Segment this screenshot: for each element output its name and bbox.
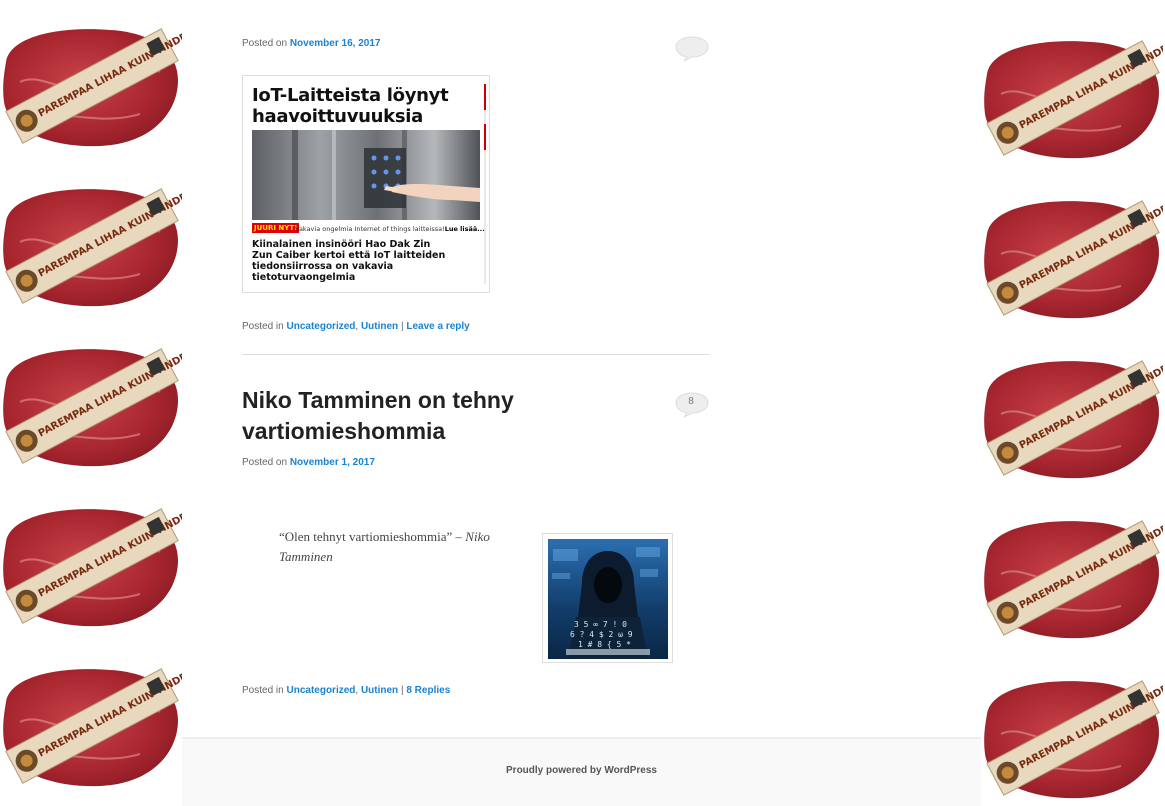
post-footer-meta: Posted in Uncategorized, Uutinen | Leave… <box>242 321 470 332</box>
iot-headline: IoT-Laitteista löynyt haavoittuvuuksia <box>252 85 449 127</box>
category-link-uutinen[interactable]: Uutinen <box>361 685 398 696</box>
post-divider <box>242 354 709 355</box>
speech-bubble-icon <box>675 36 709 62</box>
svg-text:1 # 8 { 5 *: 1 # 8 { 5 * <box>578 640 631 649</box>
post-date-meta: Posted on November 16, 2017 <box>242 38 380 49</box>
site-footer: Proudly powered by WordPress <box>182 737 981 806</box>
iot-news-image[interactable]: IoT-Laitteista löynyt haavoittuvuuksia J… <box>242 75 490 293</box>
comment-count: 8 <box>688 396 694 407</box>
post-date-link[interactable]: November 16, 2017 <box>290 38 381 49</box>
meta-separator: | <box>400 321 404 332</box>
powered-by-link[interactable]: Proudly powered by WordPress <box>182 765 981 776</box>
meat-ad-image: PAREMPAA LIHAA KUIN TINDERISSÄ <box>0 662 182 790</box>
ticker-text: Vakavia ongelmia Internet of things lait… <box>295 225 445 233</box>
post-date-link[interactable]: November 1, 2017 <box>290 457 375 468</box>
meat-ad-image: PAREMPAA LIHAA KUIN TINDERISSÄ <box>981 194 1163 322</box>
iot-body-text: Kiinalainen insinööri Hao Dak Zin Zun Ca… <box>252 239 446 283</box>
leave-reply-link[interactable]: Leave a reply <box>406 321 469 332</box>
posted-in-label: Posted in <box>242 321 284 332</box>
elevator-photo <box>252 130 480 220</box>
meat-ad-image: PAREMPAA LIHAA KUIN TINDERISSÄ <box>981 514 1163 642</box>
replies-link[interactable]: 8 Replies <box>406 685 450 696</box>
category-link-uncategorized[interactable]: Uncategorized <box>286 321 355 332</box>
scroll-strip <box>484 84 486 284</box>
quote-dash: – <box>455 529 463 544</box>
background-ads-right: PAREMPAA LIHAA KUIN TINDERISSÄ PAREMPAA … <box>981 0 1165 806</box>
post-title[interactable]: Niko Tamminen on tehny vartiomieshommia <box>242 385 622 447</box>
ticker-more: Lue lisää... <box>444 225 485 233</box>
meat-ad-image: PAREMPAA LIHAA KUIN TINDERISSÄ <box>981 0 1163 2</box>
category-link-uncategorized[interactable]: Uncategorized <box>286 685 355 696</box>
comments-bubble[interactable] <box>675 36 709 62</box>
posted-in-label: Posted in <box>242 685 284 696</box>
meta-separator: | <box>400 685 404 696</box>
meat-ad-image: PAREMPAA LIHAA KUIN TINDERISSÄ <box>0 502 182 630</box>
hacker-image[interactable]: 3 5 ∞ 7 ! 0 6 ? 4 $ 2 ω 9 1 # 8 { 5 * <box>542 533 673 663</box>
meat-ad-image: PAREMPAA LIHAA KUIN TINDERISSÄ <box>0 182 182 310</box>
comments-bubble[interactable]: 8 <box>675 392 709 418</box>
quote-text: “Olen tehnyt vartiomieshommia” <box>279 529 453 544</box>
meat-ad-image: PAREMPAA LIHAA KUIN TINDERISSÄ <box>0 342 182 470</box>
post-date-meta: Posted on November 1, 2017 <box>242 457 375 468</box>
category-link-uutinen[interactable]: Uutinen <box>361 321 398 332</box>
hooded-hacker-photo: 3 5 ∞ 7 ! 0 6 ? 4 $ 2 ω 9 1 # 8 { 5 * <box>548 539 668 659</box>
posted-on-label: Posted on <box>242 457 288 468</box>
breaking-badge: JUURI NYT! <box>252 223 300 233</box>
post-quote: “Olen tehnyt vartiomieshommia” – Niko Ta… <box>279 527 529 567</box>
post-footer-meta: Posted in Uncategorized, Uutinen | 8 Rep… <box>242 685 451 696</box>
meat-ad-image: PAREMPAA LIHAA KUIN TINDERISSÄ <box>981 674 1163 802</box>
posted-on-label: Posted on <box>242 38 288 49</box>
news-ticker: Vakavia ongelmia Internet of things lait… <box>295 225 485 233</box>
svg-text:3 5 ∞ 7 ! 0: 3 5 ∞ 7 ! 0 <box>574 620 627 629</box>
background-ads-left: PAREMPAA LIHAA KUIN TINDERISSÄ PAREMPAA … <box>0 0 182 806</box>
meat-ad-image: PAREMPAA LIHAA KUIN TINDERISSÄ <box>0 22 182 150</box>
meat-ad-image: PAREMPAA LIHAA KUIN TINDERISSÄ <box>981 354 1163 482</box>
svg-text:6 ? 4 $ 2 ω 9: 6 ? 4 $ 2 ω 9 <box>570 630 633 639</box>
main-page: Posted on November 16, 2017 IoT-Laitteis… <box>182 0 981 806</box>
meat-ad-image: PAREMPAA LIHAA KUIN TINDERISSÄ <box>981 34 1163 162</box>
